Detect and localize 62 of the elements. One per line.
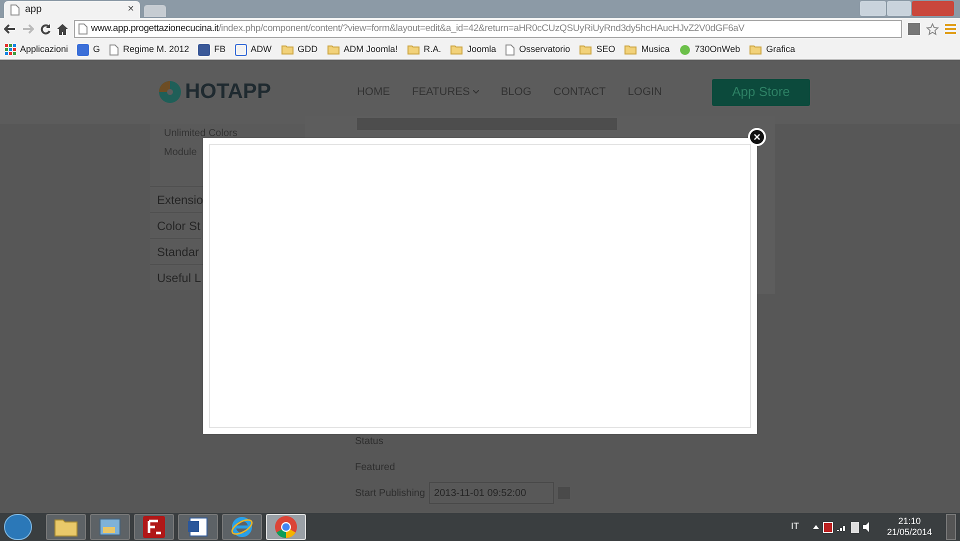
folder-icon [326,44,340,55]
reload-icon[interactable] [40,24,51,34]
star-icon[interactable] [926,22,939,36]
clock-time: 21:10 [898,516,921,527]
caret-icon [472,90,479,94]
url-text: www.app.progettazionecucina.it/index.php/component/content/?view=form&layout=edit&a_id=42&return=aHR0cCUzQSUyRiUyRnd3dy5hcHAucHJvZ2V0dGF6aV [91,22,744,36]
taskbar-app[interactable] [90,514,130,540]
start-button[interactable] [4,514,32,540]
taskbar-app[interactable] [178,514,218,540]
word-icon [187,516,209,538]
page-icon [505,44,516,56]
bookmark[interactable]: Musica [624,42,670,56]
bookmark[interactable]: ADM Joomla! [326,42,398,56]
taskbar-app[interactable] [222,514,262,540]
back-icon[interactable] [4,24,16,34]
logo-text: HOTAPP [185,79,271,106]
folder-icon [450,44,464,55]
menu-icon[interactable] [945,24,956,34]
folder-icon [280,44,294,55]
bookmark[interactable]: GDD [280,42,318,56]
shield-icon[interactable] [822,522,833,532]
bookmark[interactable]: ADW [234,42,272,56]
network-icon[interactable] [850,522,859,532]
media-player-icon [98,517,122,537]
address-bar[interactable]: www.app.progettazionecucina.it/index.php/component/content/?view=form&layout=edit&a_id=42&return=aHR0cCUzQSUyRiUyRnd3dy5hcHAucHJvZ2V0dGF6aV [74,20,902,38]
google-icon [77,44,90,56]
home-icon[interactable] [57,24,68,34]
taskbar-app[interactable] [46,514,86,540]
page-icon [109,44,120,56]
bookmark[interactable]: Applicazioni [5,42,68,56]
logo-icon [158,80,182,104]
filezilla-icon [143,516,165,538]
bookmark[interactable]: Grafica [749,42,796,56]
internet-explorer-icon [230,515,254,539]
page-icon [10,4,20,16]
signal-icon[interactable] [836,523,847,531]
bookmark[interactable]: SEO [579,42,616,56]
folder-icon [406,44,420,55]
caret-up-icon[interactable] [812,525,819,529]
bookmark[interactable]: Regime M. 2012 [109,42,190,56]
apps-grid-icon [5,44,16,55]
browser-tab[interactable]: app × [4,1,140,18]
folder-icon [624,44,638,55]
tab-title: app [25,3,43,17]
folder-icon [54,517,78,537]
tab-close[interactable]: × [128,4,134,15]
clock-date: 21/05/2014 [886,527,932,538]
taskbar-app[interactable] [134,514,174,540]
folder-icon [579,44,592,55]
language-indicator[interactable]: IT [790,520,799,534]
bookmark[interactable]: Joomla [450,42,496,56]
facebook-icon [198,44,210,56]
bookmark[interactable]: G [77,42,100,56]
bookmark[interactable]: R.A. [406,42,442,56]
leaf-icon [678,44,691,56]
page-icon [78,23,88,35]
chrome-icon [274,515,298,539]
site-icon [234,44,247,56]
bookmark[interactable]: FB [198,42,226,56]
folder-icon [749,44,762,55]
bookmark[interactable]: 730OnWeb [678,42,740,56]
bookmark[interactable]: Osservatorio [505,42,570,56]
